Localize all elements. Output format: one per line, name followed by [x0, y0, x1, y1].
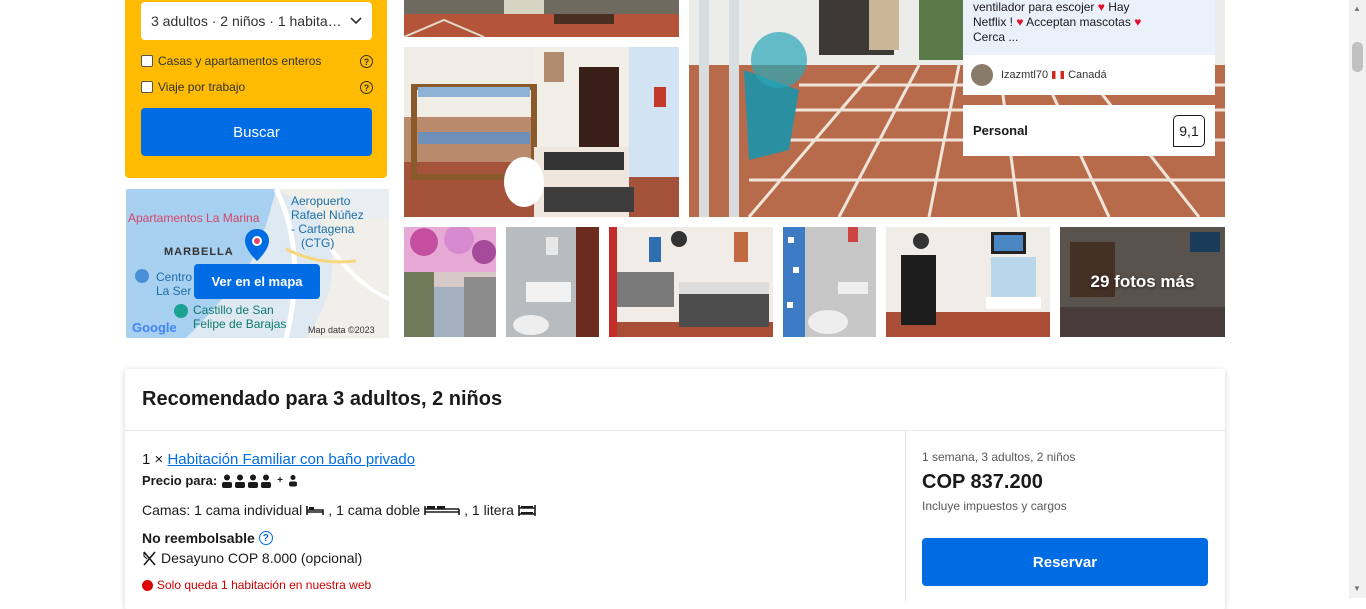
plus-icon: +	[277, 475, 283, 486]
price-for: Precio para: +	[142, 473, 303, 488]
svg-text:Castillo de San: Castillo de San	[193, 303, 274, 317]
cutlery-icon	[143, 550, 156, 566]
filter-label: Viaje por trabajo	[158, 80, 246, 94]
reviewer: Izazmtl70 Canadá	[963, 55, 1215, 95]
scroll-up-icon[interactable]: ▲	[1353, 4, 1361, 13]
thumb-more-photos[interactable]: 29 fotos más	[1060, 227, 1225, 337]
alert-dot-icon	[142, 579, 153, 591]
staff-label: Personal	[973, 123, 1028, 138]
occupancy-select[interactable]: 3 adultos · 2 niños · 1 habitación	[141, 2, 372, 40]
single-bed-icon	[306, 506, 325, 515]
svg-text:Centro: Centro	[156, 270, 192, 284]
chevron-down-icon	[350, 17, 362, 25]
reserve-button[interactable]: Reservar	[922, 538, 1208, 586]
reviewer-name: Izazmtl70	[1001, 69, 1049, 81]
filter-label: Casas y apartamentos enteros	[158, 54, 322, 68]
bunk-bed-icon	[518, 504, 536, 516]
beds-double-text: , 1 cama doble	[328, 502, 421, 518]
beds-bunk-text: , 1 litera	[464, 502, 514, 518]
adults-icon	[222, 474, 272, 488]
bed-configuration: Camas: 1 cama individual , 1 cama doble …	[142, 502, 540, 518]
svg-text:Aeropuerto: Aeropuerto	[291, 194, 351, 208]
scarcity-text: Solo queda 1 habitación en nuestra web	[157, 578, 372, 592]
room-line: 1 × Habitación Familiar con baño privado	[142, 451, 415, 468]
search-button[interactable]: Buscar	[141, 108, 372, 156]
avatar	[971, 64, 993, 86]
thumb-street[interactable]	[404, 227, 496, 337]
help-icon[interactable]: ?	[360, 80, 373, 94]
room-name-link[interactable]: Habitación Familiar con baño privado	[167, 451, 415, 468]
more-photos-label: 29 fotos más	[1090, 272, 1195, 291]
stay-info: 1 semana, 3 adultos, 2 niños	[922, 450, 1076, 464]
svg-text:(CTG): (CTG)	[301, 236, 334, 250]
thumb-room-tv[interactable]	[886, 227, 1050, 337]
staff-score: 9,1	[1173, 114, 1205, 147]
svg-text:La Ser: La Ser	[156, 284, 191, 298]
thumb-bathroom[interactable]	[506, 227, 599, 337]
svg-text:Map data ©2023: Map data ©2023	[308, 325, 375, 335]
svg-text:Google: Google	[132, 320, 177, 335]
checkbox[interactable]	[141, 81, 153, 93]
recommendation-title: Recomendado para 3 adultos, 2 niños	[142, 388, 503, 410]
svg-text:- Cartagena: - Cartagena	[291, 222, 355, 236]
review-text-line3: Cerca ...	[973, 30, 1019, 44]
thumb-bedroom[interactable]	[609, 227, 773, 337]
scrollbar[interactable]	[1349, 0, 1366, 598]
checkbox[interactable]	[141, 55, 153, 67]
filter-business-trip[interactable]: Viaje por trabajo ?	[141, 78, 373, 96]
double-bed-icon	[424, 506, 460, 515]
review-quote: ventilador para escojer ♥ Hay Netflix ! …	[963, 0, 1215, 55]
staff-score-card: Personal 9,1	[963, 105, 1215, 156]
canada-flag-icon	[1052, 71, 1065, 79]
total-price: COP 837.200	[922, 471, 1043, 493]
divider	[905, 431, 906, 601]
review-text-line1: ventilador para escojer ♥ Hay	[973, 0, 1130, 14]
review-text-line2: Netflix ! ♥ Acceptan mascotas ♥	[973, 15, 1142, 29]
divider	[125, 430, 1225, 431]
taxes-note: Incluye impuestos y cargos	[922, 499, 1067, 513]
scrollbar-thumb[interactable]	[1352, 42, 1363, 72]
reviewer-country: Canadá	[1068, 69, 1107, 81]
cancellation-policy: No reembolsable ?	[142, 530, 273, 546]
price-for-label: Precio para:	[142, 473, 218, 488]
view-map-button[interactable]: Ver en el mapa	[194, 264, 320, 299]
filter-entire-homes[interactable]: Casas y apartamentos enteros ?	[141, 52, 373, 70]
scarcity-message: Solo queda 1 habitación en nuestra web	[142, 578, 371, 592]
svg-text:Felipe de Barajas: Felipe de Barajas	[193, 317, 286, 331]
svg-text:MARBELLA: MARBELLA	[164, 246, 234, 258]
svg-text:Apartamentos La Marina: Apartamentos La Marina	[128, 211, 260, 225]
non-refundable-label: No reembolsable	[142, 530, 255, 546]
help-icon[interactable]: ?	[360, 54, 373, 68]
svg-text:Rafael Núñez: Rafael Núñez	[291, 208, 364, 222]
occupancy-value: 3 adultos · 2 niños · 1 habitación	[151, 13, 346, 29]
photo-courtyard-top[interactable]	[404, 0, 679, 37]
thumb-shower[interactable]	[783, 227, 876, 337]
beds-single-text: Camas: 1 cama individual	[142, 502, 303, 518]
info-icon[interactable]: ?	[258, 531, 273, 545]
breakfast-text: Desayuno COP 8.000 (opcional)	[161, 550, 363, 566]
room-quantity: 1 ×	[142, 451, 164, 468]
photo-bedroom-bunk[interactable]	[404, 47, 679, 217]
child-icon	[289, 475, 297, 487]
breakfast-info: Desayuno COP 8.000 (opcional)	[142, 550, 362, 566]
scroll-down-icon[interactable]: ▼	[1353, 584, 1361, 593]
